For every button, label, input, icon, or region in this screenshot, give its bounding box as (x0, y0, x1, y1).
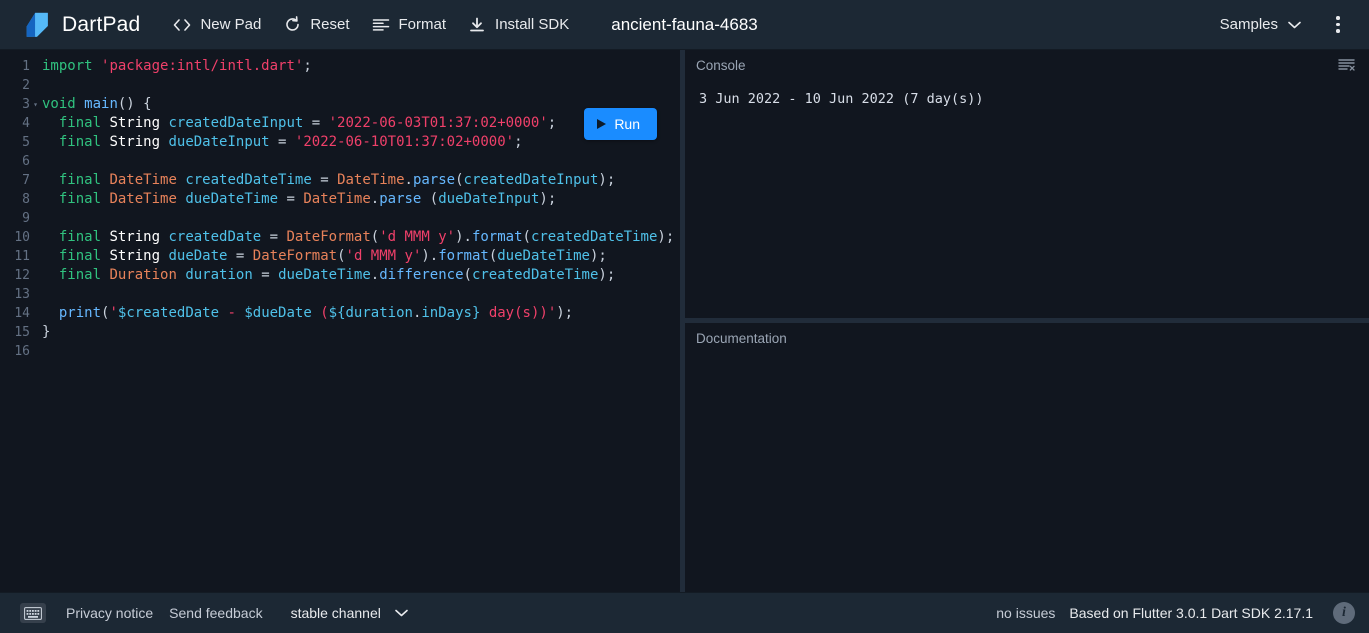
documentation-header: Documentation (685, 323, 1369, 353)
documentation-panel: Documentation (685, 323, 1369, 592)
code-line[interactable]: 3 ▾ void main() { (0, 95, 680, 114)
console-title: Console (696, 57, 746, 73)
code-line[interactable]: 6 (0, 152, 680, 171)
code-text: print('$createdDate - $dueDate (${durati… (58, 305, 574, 321)
code-text: final String dueDateInput = '2022-06-10T… (58, 134, 523, 150)
clear-console-icon[interactable] (1338, 58, 1355, 72)
brand: DartPad (22, 10, 140, 40)
line-number: 11 (14, 249, 30, 264)
line-number: 2 (22, 78, 30, 93)
code-line[interactable]: 1 import 'package:intl/intl.dart'; (0, 57, 680, 76)
documentation-title: Documentation (696, 330, 787, 346)
channel-dropdown[interactable]: stable channel (283, 600, 416, 626)
keyboard-icon[interactable] (20, 603, 46, 623)
line-number: 1 (22, 59, 30, 74)
line-number: 13 (14, 287, 30, 302)
line-number: 3 (22, 97, 30, 112)
code-line[interactable]: 12 final Duration duration = dueDateTime… (0, 266, 680, 285)
code-line[interactable]: 14 print('$createdDate - $dueDate (${dur… (0, 304, 680, 323)
chevron-down-icon (1288, 21, 1301, 29)
refresh-icon (283, 16, 301, 34)
console-panel: Console 3 Jun 2022 - 10 Jun 2022 (7 day(… (685, 50, 1369, 318)
code-line[interactable]: 15} (0, 323, 680, 342)
code-text: final Duration duration = dueDateTime.di… (58, 267, 616, 283)
samples-label: Samples (1219, 16, 1278, 33)
code-text: final String createdDate = DateFormat('d… (58, 229, 675, 245)
line-number: 15 (14, 325, 30, 340)
line-number: 12 (14, 268, 30, 283)
console-output-line: 3 Jun 2022 - 10 Jun 2022 (7 day(s)) (699, 91, 984, 107)
send-feedback-link[interactable]: Send feedback (161, 601, 270, 625)
run-label: Run (614, 116, 640, 132)
line-number: 5 (22, 135, 30, 150)
chevron-down-icon (395, 609, 408, 617)
code-lines[interactable]: 1 import 'package:intl/intl.dart'; 2 3 ▾ void… (0, 50, 680, 361)
line-number: 9 (22, 211, 30, 226)
line-number: 14 (14, 306, 30, 321)
code-text: } (42, 324, 51, 340)
code-text: final DateTime createdDateTime = DateTim… (58, 172, 616, 188)
code-line[interactable]: 2 (0, 76, 680, 95)
line-number: 16 (14, 344, 30, 359)
brand-name: DartPad (62, 12, 141, 36)
format-button[interactable]: Format (361, 10, 458, 40)
code-text: final String dueDate = DateFormat('d MMM… (58, 248, 607, 264)
samples-dropdown[interactable]: Samples (1210, 10, 1311, 39)
install-sdk-label: Install SDK (495, 16, 570, 33)
documentation-content (685, 353, 1369, 592)
console-header: Console (685, 50, 1369, 80)
code-text: final String createdDateInput = '2022-06… (58, 115, 557, 131)
code-line[interactable]: 4 final String createdDateInput = '2022-… (0, 114, 680, 133)
code-editor[interactable]: 1 import 'package:intl/intl.dart'; 2 3 ▾ void… (0, 50, 680, 592)
download-icon (468, 16, 486, 34)
code-line[interactable]: 11 final String dueDate = DateFormat('d … (0, 247, 680, 266)
app-header: DartPad New Pad Reset Format Install SDK… (0, 0, 1369, 50)
dart-logo-icon (22, 10, 52, 40)
reset-label: Reset (310, 16, 350, 33)
code-line[interactable]: 7 final DateTime createdDateTime = DateT… (0, 171, 680, 190)
info-icon[interactable]: i (1333, 602, 1355, 624)
new-pad-label: New Pad (200, 16, 262, 33)
header-right: Samples (1210, 8, 1355, 42)
version-label: Based on Flutter 3.0.1 Dart SDK 2.17.1 (1069, 605, 1313, 621)
line-number: 7 (22, 173, 30, 188)
privacy-notice-link[interactable]: Privacy notice (58, 601, 161, 625)
code-line[interactable]: 8 final DateTime dueDateTime = DateTime.… (0, 190, 680, 209)
header-actions: New Pad Reset Format Install SDK (162, 10, 580, 40)
line-number: 4 (22, 116, 30, 131)
format-label: Format (398, 16, 447, 33)
output-column: Console 3 Jun 2022 - 10 Jun 2022 (7 day(… (685, 50, 1369, 592)
play-icon (597, 119, 607, 129)
channel-label: stable channel (290, 605, 381, 621)
code-line[interactable]: 10 final String createdDate = DateFormat… (0, 228, 680, 247)
line-number: 6 (22, 154, 30, 169)
line-number: 10 (14, 230, 30, 245)
reset-button[interactable]: Reset (272, 10, 360, 40)
format-lines-icon (372, 16, 390, 34)
kebab-menu-icon[interactable] (1321, 8, 1355, 42)
code-text: final DateTime dueDateTime = DateTime.pa… (58, 191, 557, 207)
code-text: void main() { (42, 96, 152, 112)
fold-toggle-icon[interactable]: ▾ (30, 95, 41, 114)
new-pad-button[interactable]: New Pad (162, 10, 272, 40)
run-button[interactable]: Run (584, 108, 657, 140)
code-line[interactable]: 5 final String dueDateInput = '2022-06-1… (0, 133, 680, 152)
footer-right: no issues Based on Flutter 3.0.1 Dart SD… (996, 602, 1355, 624)
issues-status[interactable]: no issues (996, 605, 1055, 621)
console-output: 3 Jun 2022 - 10 Jun 2022 (7 day(s)) (685, 80, 1369, 318)
code-brackets-icon (173, 16, 191, 34)
install-sdk-button[interactable]: Install SDK (457, 10, 580, 40)
main-area: 1 import 'package:intl/intl.dart'; 2 3 ▾ void… (0, 50, 1369, 592)
code-line[interactable]: 9 (0, 209, 680, 228)
code-text: import 'package:intl/intl.dart'; (42, 58, 312, 74)
code-line[interactable]: 13 (0, 285, 680, 304)
app-footer: Privacy notice Send feedback stable chan… (0, 592, 1369, 633)
line-number: 8 (22, 192, 30, 207)
code-line[interactable]: 16 (0, 342, 680, 361)
